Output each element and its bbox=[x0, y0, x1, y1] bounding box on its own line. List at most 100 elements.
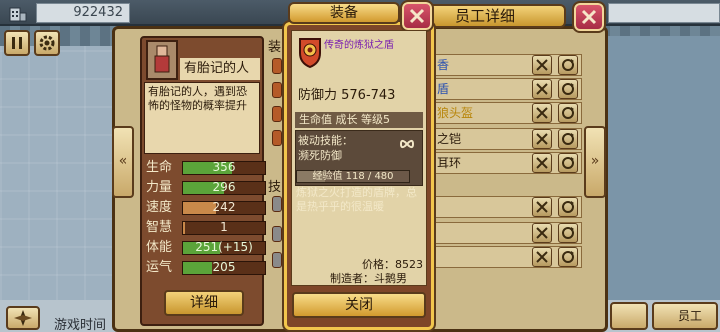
refresh-icon bbox=[562, 83, 574, 95]
game-time-label: 游戏时间 bbox=[54, 318, 107, 332]
refresh-icon bbox=[562, 201, 574, 213]
refresh-icon bbox=[562, 133, 574, 145]
cross-swords-icon bbox=[536, 201, 548, 213]
staff-window-close-button[interactable] bbox=[572, 1, 606, 33]
stat-row: 生命 356 bbox=[146, 158, 266, 178]
item-exp-text: 经验值 118 / 480 bbox=[312, 171, 394, 182]
unequip-button[interactable] bbox=[532, 153, 552, 173]
bottom-menu-button[interactable] bbox=[610, 302, 648, 330]
stat-label: 速度 bbox=[146, 200, 173, 215]
cross-swords-icon bbox=[536, 83, 548, 95]
pause-icon bbox=[12, 37, 22, 49]
unequip-button[interactable] bbox=[532, 223, 552, 243]
stat-label: 智慧 bbox=[146, 220, 173, 235]
close-icon bbox=[581, 9, 597, 25]
swap-button[interactable] bbox=[558, 197, 578, 217]
stat-label: 体能 bbox=[146, 240, 173, 255]
swap-button[interactable] bbox=[558, 153, 578, 173]
infinity-icon bbox=[398, 136, 416, 150]
item-growth-line: 生命值 成长 等级5 bbox=[295, 112, 423, 128]
unequip-button[interactable] bbox=[532, 55, 552, 75]
compass-icon bbox=[14, 310, 32, 326]
money-counter: 922432 bbox=[36, 3, 130, 23]
equipment-slot-icon bbox=[272, 58, 282, 74]
previous-staff-arrow[interactable]: « bbox=[112, 126, 134, 198]
scene-right-area bbox=[604, 36, 720, 300]
top-right-counter bbox=[608, 3, 720, 23]
cross-swords-icon bbox=[536, 251, 548, 263]
item-defense: 防御力 576-743 bbox=[298, 88, 396, 103]
staff-button-label: 员工 bbox=[678, 309, 703, 323]
swap-button[interactable] bbox=[558, 223, 578, 243]
equipment-popup-title: 装备 bbox=[288, 2, 400, 24]
passive-skill-name: 濒死防御 bbox=[298, 149, 342, 162]
close-icon bbox=[409, 8, 425, 24]
stat-value: 251(+15) bbox=[195, 240, 253, 254]
stat-row: 力量 296 bbox=[146, 178, 266, 198]
stat-value: 242 bbox=[212, 200, 236, 214]
cross-swords-icon bbox=[536, 59, 548, 71]
refresh-icon bbox=[562, 107, 574, 119]
refresh-icon bbox=[562, 227, 574, 239]
item-maker: 制造者：斗鹅男 bbox=[330, 272, 407, 285]
next-staff-arrow[interactable]: » bbox=[584, 126, 606, 198]
item-description: 炼狱之火打造的盾牌，总是热乎乎的很温暖 bbox=[296, 186, 417, 213]
passive-skill-label: 被动技能： bbox=[298, 134, 353, 147]
swap-button[interactable] bbox=[558, 55, 578, 75]
character-portrait bbox=[146, 40, 178, 80]
skills-header: 技 bbox=[268, 180, 282, 195]
skill-slot-icon bbox=[272, 226, 282, 242]
cross-swords-icon bbox=[536, 133, 548, 145]
unequip-button[interactable] bbox=[532, 247, 552, 267]
equipment-popup-close-button[interactable] bbox=[400, 0, 434, 32]
stat-value: 1 bbox=[220, 220, 228, 234]
detail-button[interactable]: 详细 bbox=[164, 290, 244, 316]
equipment-slot-icon bbox=[272, 106, 282, 122]
equipment-slot-name: 狼头盔 bbox=[437, 106, 474, 120]
stat-row: 智慧 1 bbox=[146, 218, 266, 238]
cross-swords-icon bbox=[536, 227, 548, 239]
cross-swords-icon bbox=[536, 107, 548, 119]
unequip-button[interactable] bbox=[532, 129, 552, 149]
swap-button[interactable] bbox=[558, 103, 578, 123]
refresh-icon bbox=[562, 251, 574, 263]
stat-label: 力量 bbox=[146, 180, 173, 195]
unequip-button[interactable] bbox=[532, 197, 552, 217]
item-exp-bar: 经验值 118 / 480 bbox=[296, 170, 410, 183]
skill-slot-icon bbox=[272, 196, 282, 212]
refresh-icon bbox=[562, 59, 574, 71]
pause-button[interactable] bbox=[4, 30, 30, 56]
unequip-button[interactable] bbox=[532, 79, 552, 99]
close-button[interactable]: 关闭 bbox=[292, 292, 426, 318]
equipment-slot-name: 盾 bbox=[437, 82, 450, 96]
swap-button[interactable] bbox=[558, 247, 578, 267]
stat-label: 运气 bbox=[146, 260, 173, 275]
stat-row: 体能 251(+15) bbox=[146, 238, 266, 258]
item-name: 传奇的炼狱之盾 bbox=[324, 40, 394, 51]
refresh-icon bbox=[562, 157, 574, 169]
stat-value: 296 bbox=[212, 180, 236, 194]
equipment-slot-icon bbox=[272, 130, 282, 146]
stat-value: 205 bbox=[212, 260, 236, 274]
staff-button[interactable]: 员工 bbox=[652, 302, 718, 330]
cross-swords-icon bbox=[536, 157, 548, 169]
swap-button[interactable] bbox=[558, 129, 578, 149]
unequip-button[interactable] bbox=[532, 103, 552, 123]
shield-icon bbox=[296, 35, 324, 69]
equipment-slot-icon bbox=[272, 82, 282, 98]
swap-button[interactable] bbox=[558, 79, 578, 99]
character-name: 有胎记的人 bbox=[180, 58, 260, 80]
equipment-slot-name: 香 bbox=[437, 58, 450, 72]
stat-row: 速度 242 bbox=[146, 198, 266, 218]
building-icon bbox=[8, 4, 28, 22]
stat-label: 生命 bbox=[146, 160, 173, 175]
equipment-slot-name: 之铠 bbox=[437, 132, 462, 146]
move-button[interactable] bbox=[6, 306, 40, 330]
gear-icon bbox=[39, 35, 55, 51]
settings-button[interactable] bbox=[34, 30, 60, 56]
equipment-slot-name: 耳环 bbox=[437, 156, 462, 170]
skill-slot-icon bbox=[272, 252, 282, 268]
stat-value: 356 bbox=[212, 160, 236, 174]
character-description: 有胎记的人，遇到恐怖的怪物的概率提升 bbox=[144, 82, 260, 154]
equipment-header: 装 bbox=[268, 40, 282, 55]
